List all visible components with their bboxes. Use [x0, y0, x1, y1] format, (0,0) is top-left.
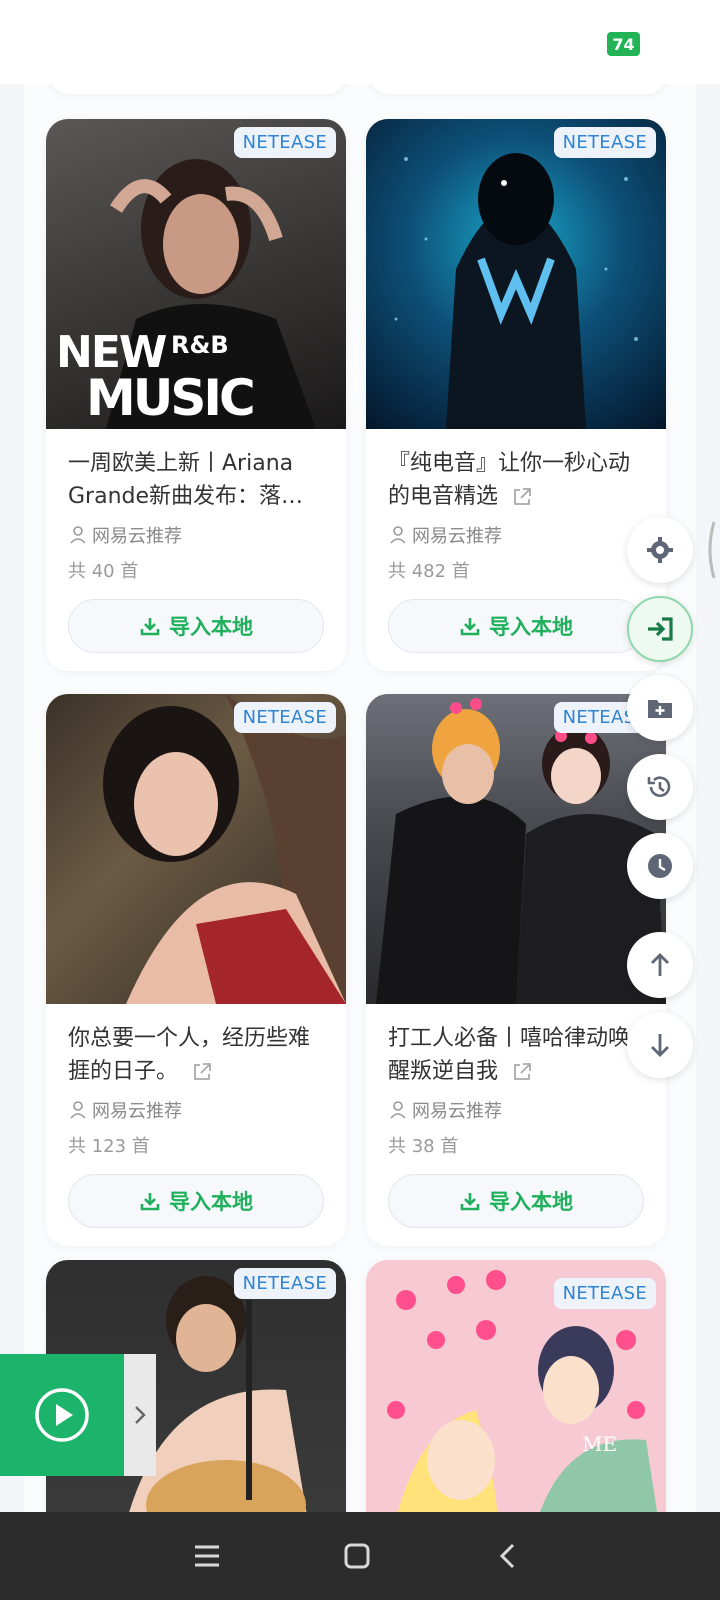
- playlist-card[interactable]: ME NETEASE: [366, 1260, 666, 1512]
- playlist-panel: NEW R&B MUSIC NETEASE 一周欧美上新丨Ariana Gran…: [24, 84, 696, 1512]
- playlist-title[interactable]: 一周欧美上新丨Ariana Grande新曲发布：落…: [68, 447, 324, 513]
- playlist-grid-area[interactable]: NEW R&B MUSIC NETEASE 一周欧美上新丨Ariana Gran…: [0, 84, 720, 1512]
- playlist-title[interactable]: 『纯电音』让你一秒心动的电音精选: [388, 447, 644, 513]
- folder-plus-icon: [648, 700, 672, 718]
- external-link-icon[interactable]: [511, 1061, 533, 1083]
- history-icon: [647, 776, 671, 797]
- user-icon: [390, 526, 406, 544]
- playlist-card[interactable]: NETEASE 打工人必备丨嘻哈律动唤醒叛逆自我 网易云推荐 共 38 首 导入…: [366, 694, 666, 1246]
- playlist-card[interactable]: NETEASE 『纯电音』让你一秒心动的电音精选 网易云推荐 共 482 首 导…: [366, 119, 666, 671]
- import-local-button[interactable]: 导入本地: [68, 1174, 324, 1228]
- card-partial: [368, 84, 668, 94]
- import-local-button[interactable]: 导入本地: [68, 599, 324, 653]
- history-button[interactable]: [627, 754, 693, 820]
- playlist-author: 网易云推荐: [388, 521, 644, 549]
- user-icon: [70, 526, 86, 544]
- external-link-icon[interactable]: [191, 1061, 213, 1083]
- card-partial: [48, 84, 348, 94]
- external-link-icon[interactable]: [511, 486, 533, 508]
- scroll-top-button[interactable]: [627, 932, 693, 998]
- import-local-button[interactable]: 导入本地: [388, 599, 644, 653]
- track-count: 共 123 首: [68, 1136, 150, 1157]
- status-bar: 74: [0, 0, 720, 84]
- play-button[interactable]: [0, 1354, 124, 1476]
- playlist-author: 网易云推荐: [68, 1096, 324, 1124]
- playlist-cover[interactable]: NETEASE: [46, 694, 346, 1004]
- source-badge: NETEASE: [233, 702, 336, 733]
- mini-player[interactable]: [0, 1354, 156, 1476]
- arrow-up-icon: [651, 953, 669, 976]
- chevron-right-icon: [135, 1406, 146, 1424]
- playlist-author: 网易云推荐: [68, 521, 324, 549]
- import-local-button[interactable]: 导入本地: [388, 1174, 644, 1228]
- system-nav-bar: [0, 1512, 720, 1600]
- download-icon: [140, 1193, 160, 1211]
- playlist-card[interactable]: NETEASE 你总要一个人，经历些难捱的日子。 网易云推荐 共 123 首 导…: [46, 694, 346, 1246]
- play-icon: [35, 1388, 89, 1442]
- sign-in-icon: [648, 617, 673, 641]
- playlist-author: 网易云推荐: [388, 1096, 644, 1124]
- scroll-bottom-button[interactable]: [627, 1012, 693, 1078]
- source-badge: NETEASE: [233, 127, 336, 158]
- arrow-down-icon: [651, 1034, 669, 1057]
- source-badge: NETEASE: [553, 1278, 656, 1309]
- user-icon: [390, 1101, 406, 1119]
- cover-caption: NEW R&B MUSIC: [56, 327, 256, 427]
- cover-art: [394, 153, 638, 429]
- cover-caption: ME: [582, 1432, 618, 1456]
- gear-icon: [647, 537, 673, 563]
- source-badge: NETEASE: [553, 127, 656, 158]
- playlist-cover[interactable]: NETEASE: [366, 119, 666, 429]
- home-icon[interactable]: [343, 1542, 371, 1570]
- new-folder-button[interactable]: [627, 675, 693, 741]
- track-count: 共 482 首: [388, 561, 470, 582]
- recent-button[interactable]: [627, 833, 693, 899]
- playlist-card[interactable]: NEW R&B MUSIC NETEASE 一周欧美上新丨Ariana Gran…: [46, 119, 346, 671]
- cover-art: [103, 694, 346, 1004]
- playlist-title[interactable]: 你总要一个人，经历些难捱的日子。: [68, 1022, 324, 1088]
- menu-icon[interactable]: [193, 1542, 221, 1570]
- battery-indicator: 74: [607, 32, 640, 56]
- back-icon[interactable]: [494, 1542, 522, 1570]
- edge-swipe-handle[interactable]: [704, 520, 716, 580]
- download-icon: [460, 618, 480, 636]
- playlist-cover[interactable]: NEW R&B MUSIC NETEASE: [46, 119, 346, 429]
- user-icon: [70, 1101, 86, 1119]
- track-count: 共 40 首: [68, 561, 139, 582]
- playlist-cover[interactable]: NETEASE: [366, 694, 666, 1004]
- track-count: 共 38 首: [388, 1136, 459, 1157]
- playlist-cover[interactable]: ME NETEASE: [366, 1260, 666, 1512]
- settings-button[interactable]: [627, 517, 693, 583]
- source-badge: NETEASE: [233, 1268, 336, 1299]
- player-expand-tab[interactable]: [124, 1354, 156, 1476]
- cover-art: [376, 698, 666, 1004]
- download-icon: [140, 618, 160, 636]
- import-login-button[interactable]: [627, 596, 693, 662]
- playlist-title[interactable]: 打工人必备丨嘻哈律动唤醒叛逆自我: [388, 1022, 644, 1088]
- clock-icon: [648, 854, 672, 878]
- download-icon: [460, 1193, 480, 1211]
